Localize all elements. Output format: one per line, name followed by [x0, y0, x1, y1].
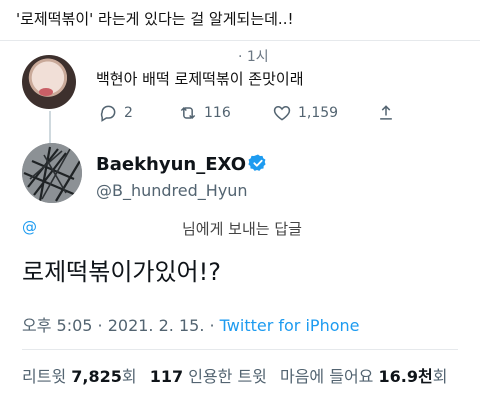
retweets-stat[interactable]: 리트윗 7,825회	[22, 367, 137, 386]
reply-button[interactable]: 2	[98, 103, 133, 123]
retweet-icon	[180, 106, 196, 120]
reply-context-tweet[interactable]: · 1시 백현아 배떡 로제떡볶이 존맛이래 2 116 1,159	[0, 41, 480, 180]
replying-to: @ 님에게 보내는 답글	[22, 218, 462, 242]
reply-to-label: 님에게 보내는 답글	[182, 220, 302, 238]
tweet-timestamp[interactable]: 오후 5:05 · 2021. 2. 15. ·	[22, 316, 220, 335]
tweet-source-link[interactable]: Twitter for iPhone	[220, 316, 360, 335]
share-icon	[380, 105, 392, 120]
handle[interactable]: @B_hundred_Hyun	[96, 181, 248, 200]
reply-to-mention[interactable]: @	[22, 218, 37, 236]
tweet-actions: 2 116 1,159	[98, 103, 398, 125]
heart-icon	[273, 105, 291, 121]
stats-divider	[22, 349, 458, 350]
likes-stat[interactable]: 마음에 들어요 16.9천회	[280, 367, 447, 386]
caption-text: '로제떡볶이' 라는게 있다는 걸 알게되는데..!	[16, 10, 294, 28]
tweet-text: 로제떡볶이가있어!?	[22, 258, 221, 286]
verified-badge-icon	[248, 154, 266, 171]
retweet-count: 116	[204, 105, 231, 121]
reply-context-time: · 1시	[238, 49, 269, 65]
share-button[interactable]	[376, 103, 396, 123]
quotes-stat[interactable]: 117 인용한 트윗	[150, 367, 267, 386]
tweet-stats: 리트윗 7,825회 117 인용한 트윗 마음에 들어요 16.9천회	[22, 363, 447, 387]
avatar-replier[interactable]	[22, 55, 76, 109]
avatar-baekhyun[interactable]	[22, 143, 82, 203]
reply-context-text: 백현아 배떡 로제떡볶이 존맛이래	[96, 70, 304, 88]
reply-icon	[100, 105, 116, 122]
tweet-metadata: 오후 5:05 · 2021. 2. 15. · Twitter for iPh…	[22, 312, 359, 336]
reply-count: 2	[124, 105, 133, 121]
retweet-button[interactable]: 116	[178, 103, 231, 123]
like-count: 1,159	[298, 105, 339, 121]
display-name[interactable]: Baekhyun_EXO	[96, 154, 246, 175]
like-button[interactable]: 1,159	[272, 103, 338, 123]
